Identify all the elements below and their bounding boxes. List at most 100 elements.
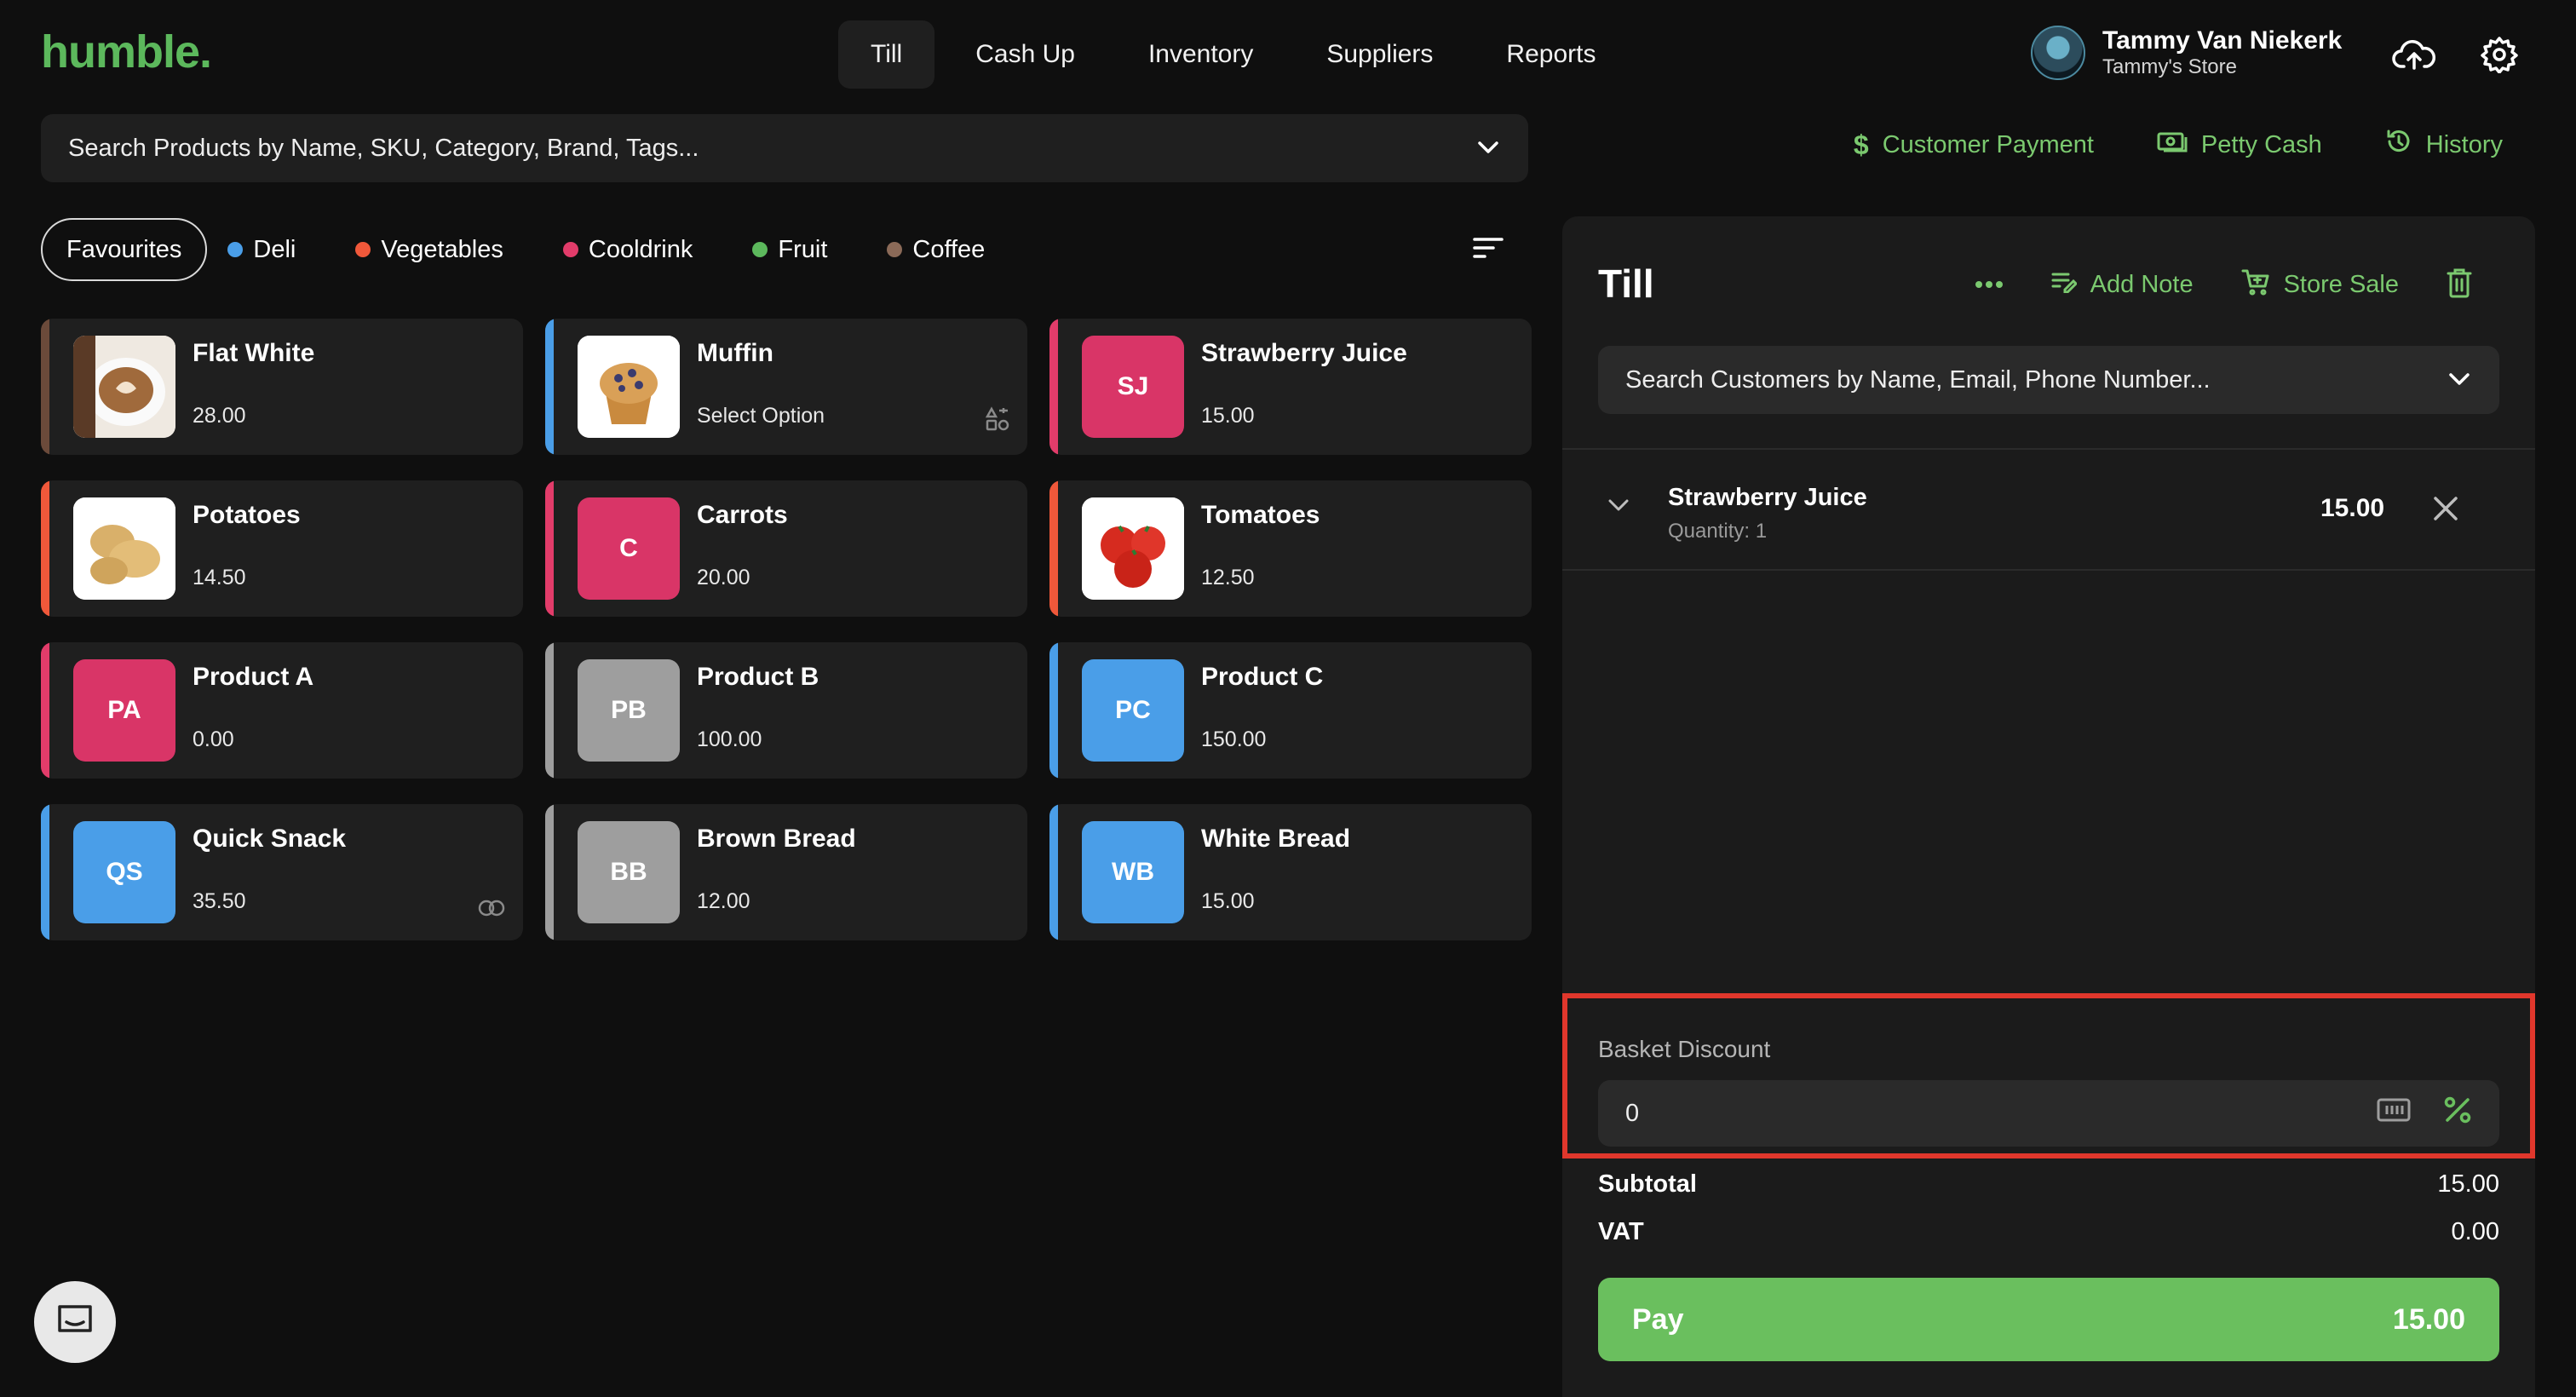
customer-payment-label: Customer Payment (1882, 130, 2094, 158)
pay-button[interactable]: Pay 15.00 (1598, 1278, 2499, 1361)
line-item-price: 15.00 (2320, 494, 2385, 522)
product-name: Carrots (697, 501, 788, 529)
product-name: Strawberry Juice (1201, 339, 1407, 367)
category-bar (41, 319, 49, 455)
chat-support-button[interactable] (34, 1281, 116, 1363)
category-color-dot (227, 242, 244, 257)
category-bar (545, 319, 554, 455)
product-card-muffin[interactable]: Muffin Select Option (545, 319, 1027, 455)
trash-icon[interactable] (2447, 267, 2472, 302)
category-color-dot (562, 242, 578, 257)
history-button[interactable]: History (2385, 128, 2503, 162)
tab-cash-up[interactable]: Cash Up (943, 20, 1107, 89)
tab-reports[interactable]: Reports (1474, 20, 1628, 89)
product-card-flat-white[interactable]: Flat White 28.00 (41, 319, 523, 455)
product-price: 28.00 (193, 404, 246, 428)
product-card-brown-bread[interactable]: BB Brown Bread 12.00 (545, 804, 1027, 940)
product-initials: WB (1082, 821, 1184, 923)
chevron-down-icon[interactable] (2447, 366, 2472, 394)
product-price: 0.00 (193, 727, 234, 751)
tomatoes-image (1082, 497, 1184, 600)
product-price: 12.50 (1201, 566, 1255, 589)
product-card-product-b[interactable]: PB Product B 100.00 (545, 642, 1027, 779)
line-item-name: Strawberry Juice (1668, 484, 1867, 511)
product-price: 15.00 (1201, 889, 1255, 913)
fixed-amount-icon[interactable] (2377, 1097, 2411, 1130)
dollar-icon: $ (1853, 129, 1869, 160)
category-fruit[interactable]: Fruit (752, 236, 827, 264)
coffee-image (73, 336, 175, 438)
category-label: Deli (253, 235, 296, 263)
product-card-strawberry-juice[interactable]: SJ Strawberry Juice 15.00 (1049, 319, 1532, 455)
product-card-carrots[interactable]: C Carrots 20.00 (545, 480, 1027, 617)
product-card-tomatoes[interactable]: Tomatoes 12.50 (1049, 480, 1532, 617)
sort-icon[interactable] (1472, 235, 1504, 265)
till-header-actions: Add Note Store Sale (1975, 267, 2472, 302)
category-bar (41, 804, 49, 940)
product-search-input[interactable]: Search Products by Name, SKU, Category, … (41, 114, 1528, 182)
customer-search-placeholder: Search Customers by Name, Email, Phone N… (1625, 365, 2211, 394)
tab-till[interactable]: Till (838, 20, 935, 89)
category-favourites[interactable]: Favourites (41, 218, 208, 281)
product-price: 14.50 (193, 566, 246, 589)
store-sale-button[interactable]: Store Sale (2241, 268, 2399, 302)
category-deli[interactable]: Deli (227, 236, 296, 264)
divider (1562, 448, 2535, 450)
category-color-dot (355, 242, 371, 257)
pay-amount: 15.00 (2392, 1302, 2465, 1336)
basket-line-item[interactable]: Strawberry Juice Quantity: 1 15.00 (1562, 451, 2535, 571)
product-name: Potatoes (193, 501, 301, 529)
basket-discount-input[interactable]: 0 (1598, 1080, 2499, 1147)
product-name: Flat White (193, 339, 315, 367)
basket-discount-label: Basket Discount (1598, 1036, 1771, 1062)
subtotal-row: Subtotal 15.00 (1598, 1170, 2499, 1199)
tab-inventory[interactable]: Inventory (1116, 20, 1285, 89)
cart-icon (2241, 268, 2270, 302)
category-bar (41, 642, 49, 779)
category-cooldrink[interactable]: Cooldrink (562, 236, 693, 264)
gear-icon[interactable] (2475, 31, 2523, 78)
category-bar (545, 804, 554, 940)
category-bar (1049, 319, 1058, 455)
product-card-product-c[interactable]: PC Product C 150.00 (1049, 642, 1532, 779)
petty-cash-label: Petty Cash (2200, 130, 2322, 158)
cloud-upload-icon[interactable] (2390, 31, 2438, 78)
category-bar (41, 480, 49, 617)
product-card-product-a[interactable]: PA Product A 0.00 (41, 642, 523, 779)
category-color-dot (752, 242, 768, 257)
remove-item-icon[interactable] (2431, 494, 2460, 527)
category-vegetables[interactable]: Vegetables (355, 236, 503, 264)
category-bar (1049, 804, 1058, 940)
add-note-button[interactable]: Add Note (2051, 271, 2194, 300)
percent-icon[interactable] (2443, 1095, 2472, 1131)
product-price: 20.00 (697, 566, 750, 589)
expand-chevron-icon[interactable] (1607, 497, 1630, 517)
line-item-quantity: Quantity: 1 (1668, 520, 1768, 543)
product-initials: C (578, 497, 680, 600)
user-menu[interactable]: Tammy Van Niekerk Tammy's Store (2031, 26, 2342, 80)
petty-cash-button[interactable]: Petty Cash (2157, 128, 2322, 162)
more-options-icon[interactable] (1975, 278, 2004, 293)
category-bar (545, 642, 554, 779)
customer-payment-button[interactable]: $ Customer Payment (1854, 128, 2094, 162)
variants-icon (985, 406, 1010, 436)
app-logo[interactable]: humble. (41, 26, 212, 78)
history-icon (2385, 128, 2412, 162)
product-card-quick-snack[interactable]: QS Quick Snack 35.50 (41, 804, 523, 940)
chat-icon (56, 1303, 94, 1342)
product-price: 35.50 (193, 889, 246, 913)
product-price: 15.00 (1201, 404, 1255, 428)
potatoes-image (73, 497, 175, 600)
history-label: History (2425, 130, 2503, 158)
tab-suppliers[interactable]: Suppliers (1294, 20, 1465, 89)
product-price: 150.00 (1201, 727, 1267, 751)
muffin-image (578, 336, 680, 438)
product-card-white-bread[interactable]: WB White Bread 15.00 (1049, 804, 1532, 940)
avatar (2031, 26, 2085, 80)
chevron-down-icon[interactable] (1475, 135, 1501, 163)
subtotal-value: 15.00 (2437, 1170, 2499, 1198)
category-label: Fruit (778, 235, 828, 263)
category-coffee[interactable]: Coffee (887, 236, 985, 264)
customer-search-input[interactable]: Search Customers by Name, Email, Phone N… (1598, 346, 2499, 414)
product-card-potatoes[interactable]: Potatoes 14.50 (41, 480, 523, 617)
